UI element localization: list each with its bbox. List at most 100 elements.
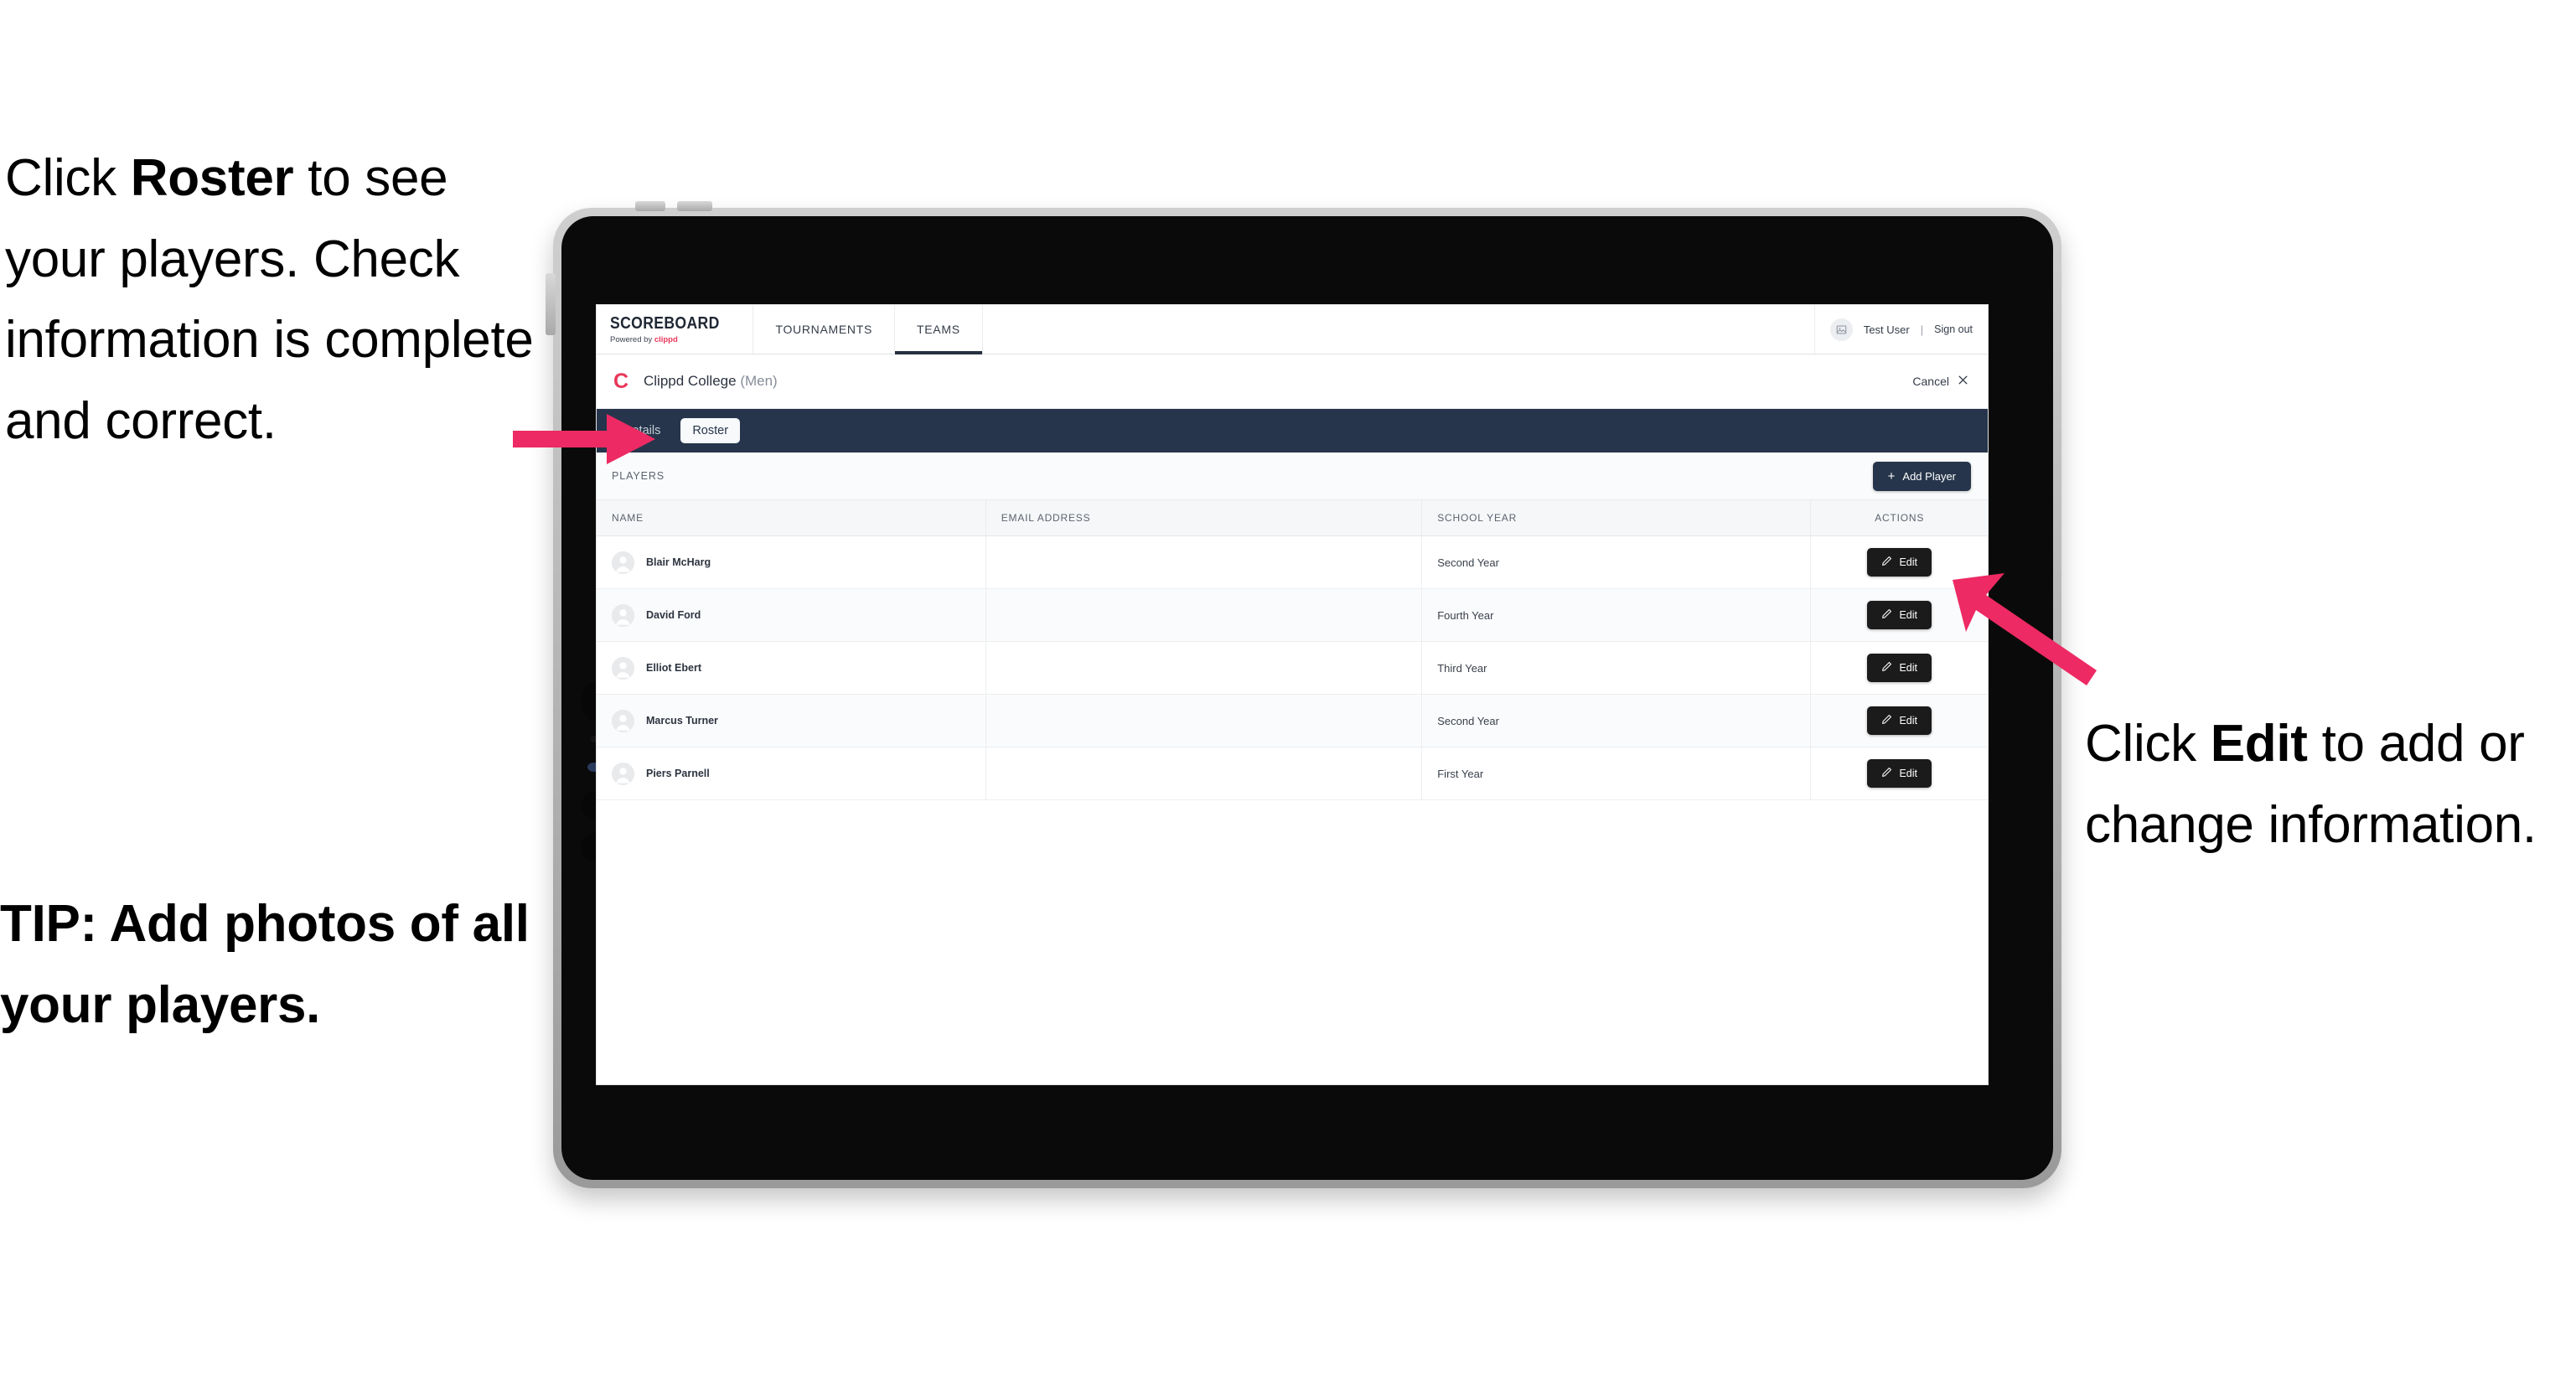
edit-label: Edit	[1899, 768, 1917, 779]
subtab-details[interactable]: Details	[612, 418, 672, 443]
cell-email	[985, 694, 1423, 747]
pencil-icon	[1881, 661, 1892, 675]
brand-logo[interactable]: SCOREBOARD Powered by clippd	[597, 305, 754, 354]
edit-label: Edit	[1899, 662, 1917, 674]
nav-tab-teams[interactable]: TEAMS	[895, 305, 983, 354]
cancel-button[interactable]: Cancel	[1912, 374, 1969, 389]
column-header-actions: ACTIONS	[1810, 500, 1988, 536]
edit-label: Edit	[1899, 715, 1917, 727]
top-navigation-bar: SCOREBOARD Powered by clippd TOURNAMENTS…	[597, 305, 1988, 354]
cancel-label: Cancel	[1912, 375, 1949, 388]
pencil-icon	[1881, 608, 1892, 622]
edit-button[interactable]: Edit	[1867, 654, 1932, 682]
cell-name: Piers Parnell	[597, 747, 986, 800]
nav-tab-tournaments[interactable]: TOURNAMENTS	[753, 305, 896, 354]
column-header-school-year: SCHOOL YEAR	[1421, 500, 1812, 536]
cell-email	[985, 641, 1423, 695]
edit-button[interactable]: Edit	[1867, 759, 1932, 788]
app-viewport: SCOREBOARD Powered by clippd TOURNAMENTS…	[597, 305, 1988, 1084]
edit-button[interactable]: Edit	[1867, 548, 1932, 577]
brand-name: SCOREBOARD	[610, 314, 720, 333]
cell-school-year: Fourth Year	[1421, 588, 1812, 642]
user-name-label: Test User	[1863, 323, 1910, 336]
volume-up-button	[635, 201, 665, 211]
pencil-icon	[1881, 767, 1892, 780]
table-row: Elliot Ebert Third Year Edit	[597, 641, 1988, 695]
add-player-button[interactable]: + Add Player	[1872, 461, 1971, 491]
cell-name: Elliot Ebert	[597, 641, 986, 695]
nav-spacer	[983, 305, 1815, 354]
player-avatar-icon	[612, 762, 634, 785]
volume-down-button	[677, 201, 712, 211]
user-photo-icon[interactable]	[1829, 318, 1853, 341]
cell-actions: Edit	[1810, 694, 1988, 747]
cell-actions: Edit	[1810, 535, 1988, 589]
players-section-label: PLAYERS	[612, 470, 665, 482]
close-x-icon	[1957, 374, 1969, 389]
team-logo-icon: C	[613, 369, 629, 393]
table-row: Marcus Turner Second Year Edit	[597, 694, 1988, 747]
annotation-right-prefix: Click	[2085, 715, 2211, 773]
cell-name: Blair McHarg	[597, 535, 986, 589]
cell-email	[985, 588, 1423, 642]
player-avatar-icon	[612, 603, 634, 627]
annotation-right: Click Edit to add or change information.	[2085, 704, 2571, 866]
edit-label: Edit	[1899, 609, 1917, 621]
pencil-icon	[1881, 556, 1892, 569]
section-tab-bar: Details Roster	[597, 409, 1988, 453]
table-header-row: NAME EMAIL ADDRESS SCHOOL YEAR ACTIONS	[597, 500, 1988, 536]
school-year-value: Fourth Year	[1437, 608, 1494, 622]
pencil-icon	[1881, 714, 1892, 727]
subtab-roster[interactable]: Roster	[680, 418, 741, 443]
team-name-title: Clippd College (Men)	[644, 373, 778, 390]
table-row: David Ford Fourth Year Edit	[597, 588, 1988, 642]
cell-school-year: Second Year	[1421, 694, 1812, 747]
brand-tagline-prefix: Powered by	[610, 335, 654, 344]
player-name: Piers Parnell	[646, 768, 710, 779]
school-year-value: Second Year	[1437, 714, 1499, 727]
annotation-right-bold: Edit	[2210, 715, 2308, 773]
player-name: Blair McHarg	[646, 556, 711, 568]
edit-button[interactable]: Edit	[1867, 706, 1932, 735]
player-name: David Ford	[646, 609, 701, 621]
column-header-name: NAME	[597, 500, 986, 536]
plus-icon: +	[1887, 468, 1896, 484]
annotation-left-bold: Roster	[130, 149, 294, 207]
team-name-text: Clippd College	[644, 373, 737, 389]
player-avatar-icon	[612, 551, 634, 574]
table-row: Blair McHarg Second Year Edit	[597, 535, 1988, 589]
user-separator: |	[1920, 323, 1924, 336]
annotation-left-prefix: Click	[5, 149, 131, 207]
player-avatar-icon	[612, 656, 634, 680]
cell-actions: Edit	[1810, 747, 1988, 800]
school-year-value: First Year	[1437, 767, 1484, 780]
cell-school-year: Third Year	[1421, 641, 1812, 695]
power-button	[546, 273, 556, 335]
brand-tagline-clippd: clippd	[654, 335, 678, 344]
column-header-email: EMAIL ADDRESS	[985, 500, 1423, 536]
player-name: Marcus Turner	[646, 715, 718, 727]
cell-school-year: Second Year	[1421, 535, 1812, 589]
annotation-left: Click Roster to see your players. Check …	[5, 138, 541, 463]
annotation-tip: TIP: Add photos of all your players.	[0, 895, 530, 1034]
team-header-bar: C Clippd College (Men) Cancel	[597, 354, 1988, 409]
user-account-area: Test User | Sign out	[1815, 305, 1988, 354]
edit-label: Edit	[1899, 556, 1917, 568]
player-avatar-icon	[612, 709, 634, 732]
cell-name: Marcus Turner	[597, 694, 986, 747]
table-row: Piers Parnell First Year Edit	[597, 747, 1988, 800]
add-player-label: Add Player	[1902, 469, 1956, 483]
school-year-value: Third Year	[1437, 661, 1487, 675]
cell-actions: Edit	[1810, 641, 1988, 695]
cell-email	[985, 747, 1423, 800]
players-toolbar: PLAYERS + Add Player	[597, 453, 1988, 500]
team-gender-text: (Men)	[740, 373, 778, 389]
school-year-value: Second Year	[1437, 556, 1499, 569]
cell-actions: Edit	[1810, 588, 1988, 642]
player-name: Elliot Ebert	[646, 662, 701, 674]
cell-name: David Ford	[597, 588, 986, 642]
brand-tagline: Powered by clippd	[610, 335, 734, 344]
roster-table: NAME EMAIL ADDRESS SCHOOL YEAR ACTIONS B…	[597, 500, 1988, 800]
sign-out-link[interactable]: Sign out	[1934, 323, 1973, 335]
edit-button[interactable]: Edit	[1867, 601, 1932, 629]
